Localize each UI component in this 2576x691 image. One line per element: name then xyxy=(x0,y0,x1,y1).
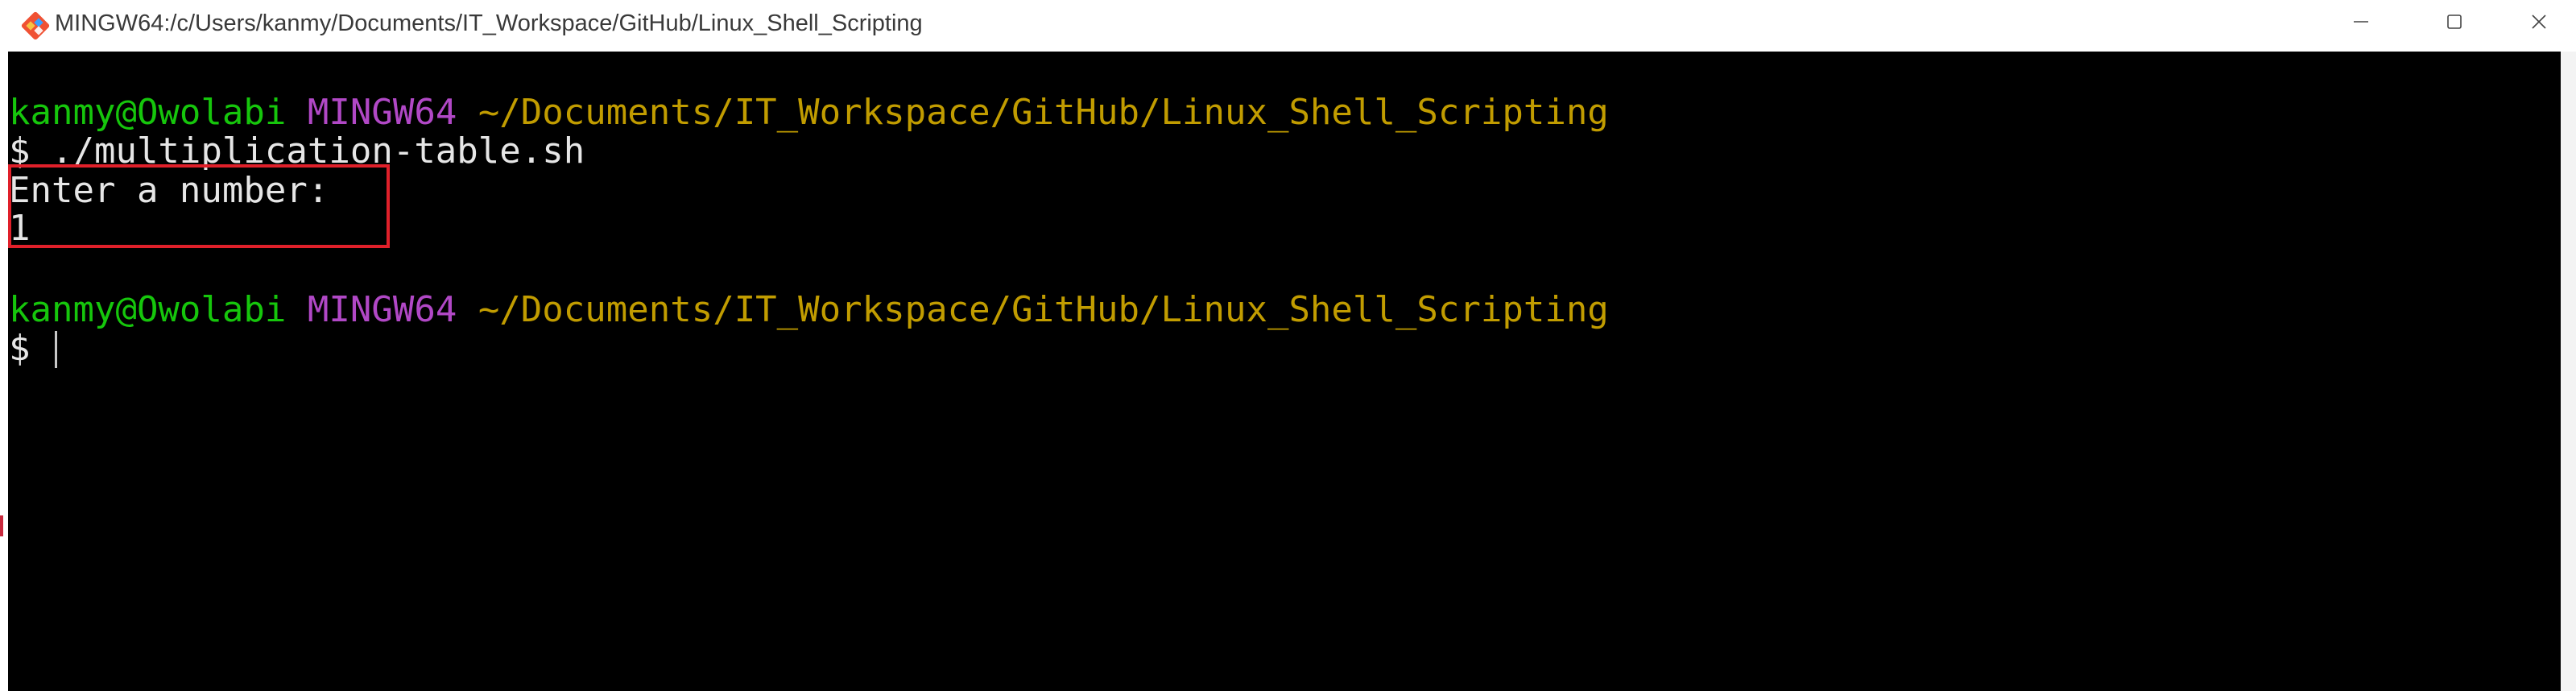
minimize-button[interactable] xyxy=(2314,0,2408,47)
prompt-line-2: kanmy@Owolabi MINGW64 ~/Documents/IT_Wor… xyxy=(9,291,1609,329)
maximize-button[interactable] xyxy=(2408,0,2501,47)
prompt-user: kanmy@Owolabi xyxy=(9,289,287,330)
maximize-icon xyxy=(2446,13,2463,35)
prompt-host: MINGW64 xyxy=(307,289,457,330)
prompt-path: ~/Documents/IT_Workspace/GitHub/Linux_Sh… xyxy=(478,92,1609,133)
left-edge-accent xyxy=(0,515,3,536)
window-right-edge xyxy=(2561,52,2576,691)
highlight-annotation-box xyxy=(8,164,390,248)
close-icon xyxy=(2530,13,2548,35)
terminal-window: MINGW64:/c/Users/kanmy/Documents/IT_Work… xyxy=(0,0,2576,691)
prompt-line-1: kanmy@Owolabi MINGW64 ~/Documents/IT_Wor… xyxy=(9,93,1609,132)
prompt-symbol: $ xyxy=(9,328,52,369)
prompt-path: ~/Documents/IT_Workspace/GitHub/Linux_Sh… xyxy=(478,289,1609,330)
git-bash-icon xyxy=(18,8,53,43)
minimize-icon xyxy=(2352,13,2370,35)
terminal-output[interactable]: kanmy@Owolabi MINGW64 ~/Documents/IT_Wor… xyxy=(8,52,2561,691)
command-line-2[interactable]: $ xyxy=(9,329,57,368)
prompt-host: MINGW64 xyxy=(307,92,457,133)
window-left-edge xyxy=(0,52,8,691)
title-bar[interactable]: MINGW64:/c/Users/kanmy/Documents/IT_Work… xyxy=(0,0,2576,52)
window-title: MINGW64:/c/Users/kanmy/Documents/IT_Work… xyxy=(55,10,923,36)
close-button[interactable] xyxy=(2501,0,2576,47)
text-cursor xyxy=(54,331,57,368)
prompt-user: kanmy@Owolabi xyxy=(9,92,287,133)
